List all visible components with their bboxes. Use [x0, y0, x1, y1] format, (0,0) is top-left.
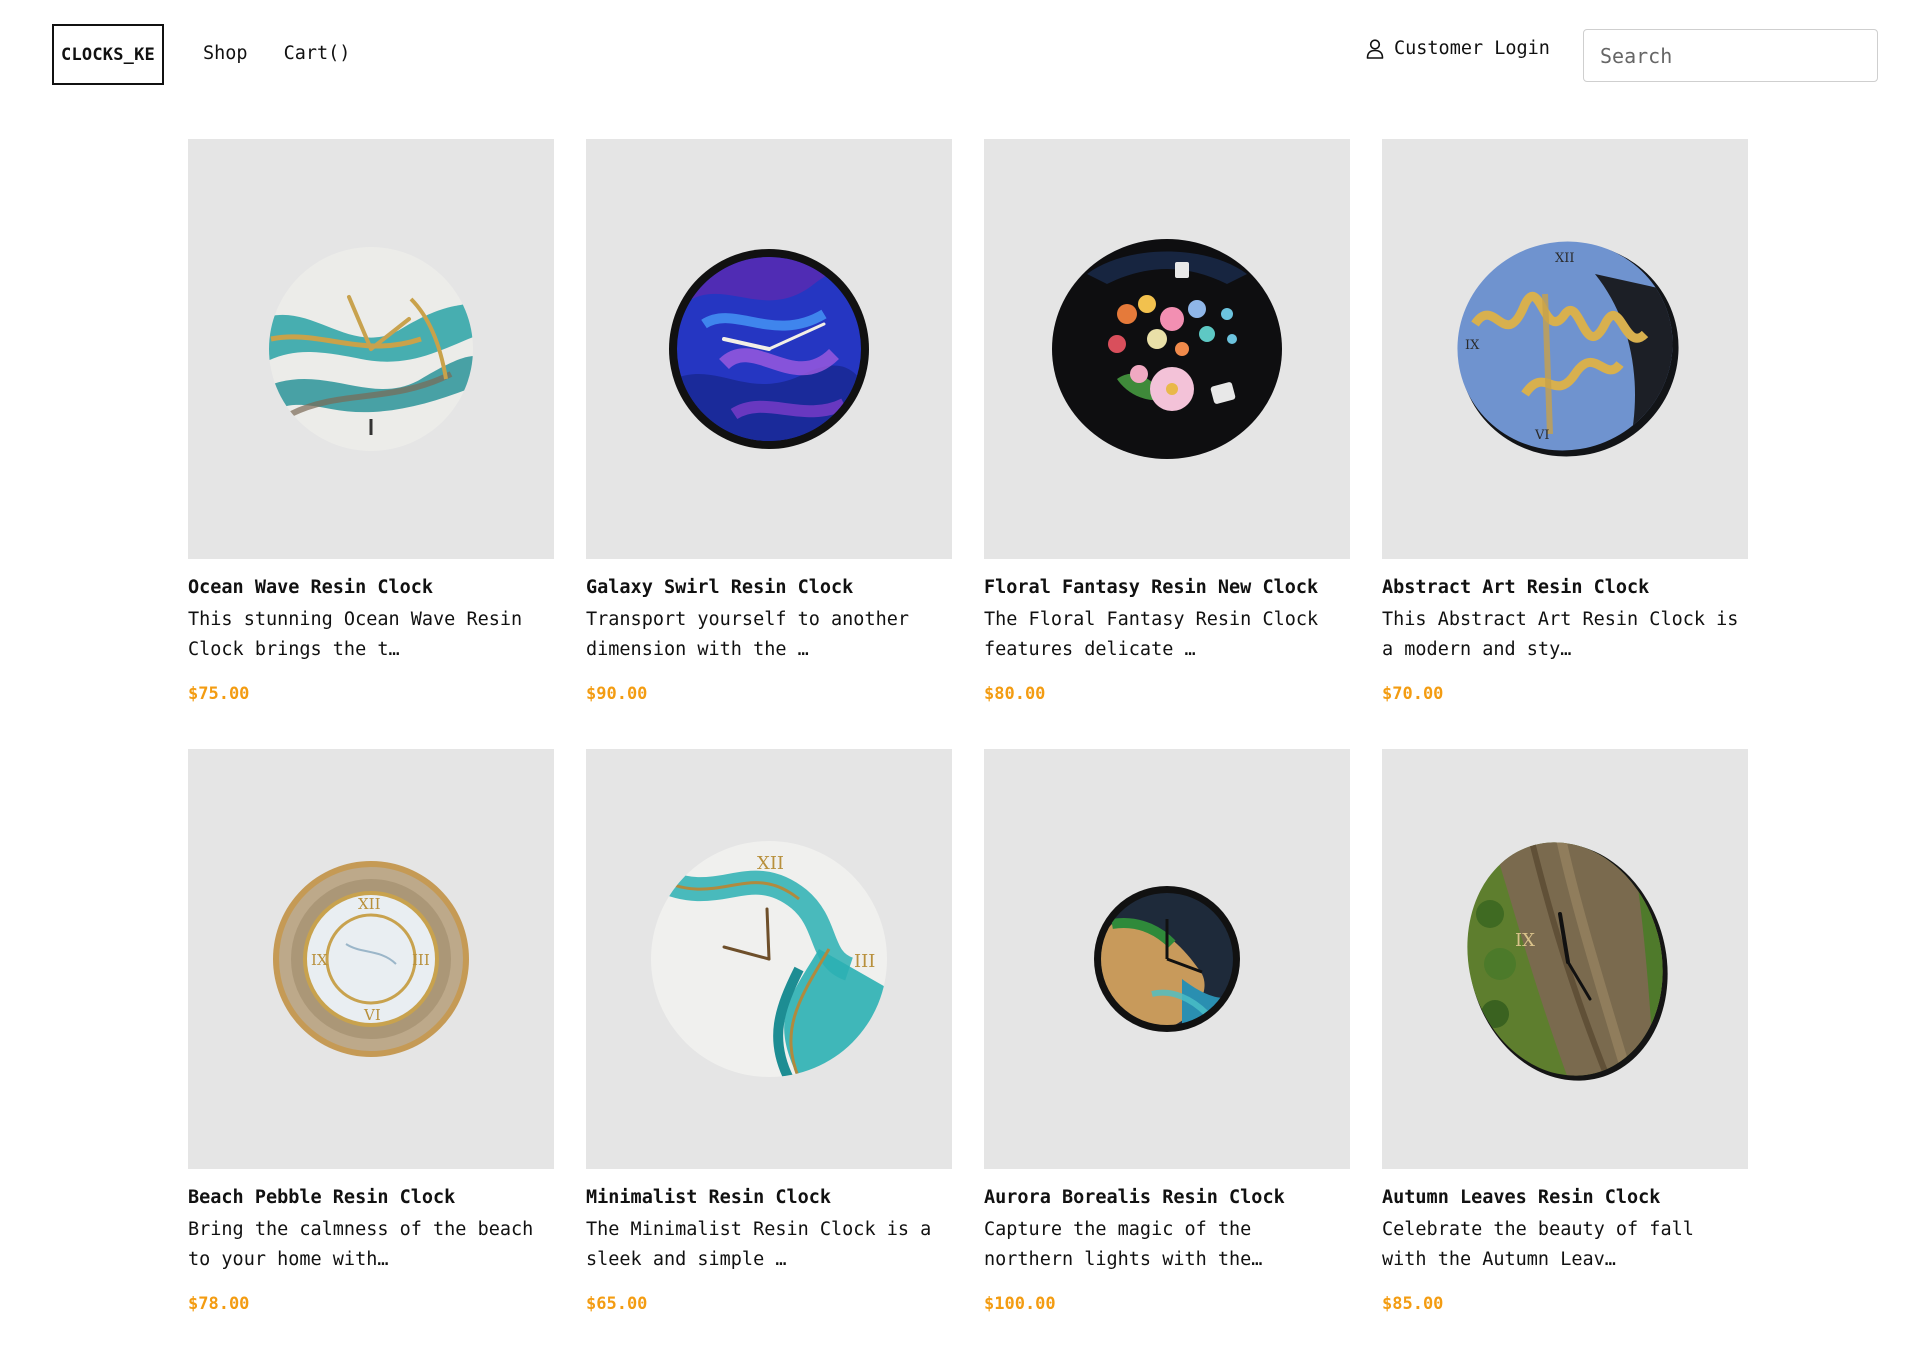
product-image-frame[interactable]: IX — [1382, 749, 1748, 1169]
product-title[interactable]: Ocean Wave Resin Clock — [188, 576, 554, 600]
product-description: Celebrate the beauty of fall with the Au… — [1382, 1219, 1694, 1270]
customer-login-label: Customer Login — [1394, 38, 1550, 59]
galaxy-swirl-clock-image — [669, 249, 869, 449]
product-title[interactable]: Minimalist Resin Clock — [586, 1186, 952, 1210]
product-price: $80.00 — [984, 684, 1046, 704]
nav-cart-link[interactable]: Cart() — [284, 43, 351, 64]
autumn-leaves-clock-image: IX — [1467, 834, 1670, 1084]
svg-text:XII: XII — [358, 895, 381, 913]
product-card[interactable]: IX Autumn Leaves Resin Clock Celebrate t… — [1382, 749, 1748, 1359]
product-description: Transport yourself to another dimension … — [586, 609, 910, 660]
svg-text:VI: VI — [1534, 428, 1550, 443]
product-price: $90.00 — [586, 684, 648, 704]
svg-text:III: III — [412, 951, 430, 969]
product-description: The Floral Fantasy Resin Clock features … — [984, 609, 1319, 660]
product-price: $75.00 — [188, 684, 250, 704]
product-card[interactable]: XII IX VI Abstract Art Resin Clock This … — [1382, 139, 1748, 749]
product-card[interactable]: Floral Fantasy Resin New Clock The Flora… — [984, 139, 1350, 749]
product-price: $65.00 — [586, 1294, 648, 1314]
product-title[interactable]: Autumn Leaves Resin Clock — [1382, 1186, 1748, 1210]
customer-login-link[interactable]: Customer Login — [1366, 38, 1550, 59]
abstract-art-clock-image: XII IX VI — [1457, 241, 1685, 464]
product-card[interactable]: Ocean Wave Resin Clock This stunning Oce… — [188, 139, 554, 749]
product-title[interactable]: Abstract Art Resin Clock — [1382, 576, 1748, 600]
product-image-frame[interactable]: XII III — [586, 749, 952, 1169]
svg-text:IX: IX — [1465, 338, 1480, 353]
product-description: Capture the magic of the northern lights… — [984, 1219, 1263, 1270]
site-logo[interactable]: CLOCKS_KE — [52, 24, 164, 85]
product-price: $78.00 — [188, 1294, 250, 1314]
search-input[interactable] — [1583, 29, 1878, 82]
product-card[interactable]: XII III Minimalist Resin Clock The Minim… — [586, 749, 952, 1359]
beach-pebble-clock-image: XII III VI IX — [273, 861, 469, 1057]
svg-text:IX: IX — [1515, 930, 1535, 951]
product-image-frame[interactable]: XII IX VI — [1382, 139, 1748, 559]
main-nav: Shop Cart() — [203, 43, 350, 64]
user-icon — [1366, 38, 1384, 59]
product-image-frame[interactable] — [586, 139, 952, 559]
svg-text:IX: IX — [311, 951, 328, 969]
product-title[interactable]: Aurora Borealis Resin Clock — [984, 1186, 1350, 1210]
product-description: The Minimalist Resin Clock is a sleek an… — [586, 1219, 932, 1270]
ocean-wave-clock-image — [269, 247, 473, 451]
product-image-frame[interactable] — [984, 139, 1350, 559]
product-title[interactable]: Beach Pebble Resin Clock — [188, 1186, 554, 1210]
product-description: This stunning Ocean Wave Resin Clock bri… — [188, 609, 523, 660]
svg-text:III: III — [854, 951, 875, 972]
product-image-frame[interactable]: XII III VI IX — [188, 749, 554, 1169]
svg-text:XII: XII — [1555, 251, 1575, 266]
product-card[interactable]: XII III VI IX Beach Pebble Resin Clock B… — [188, 749, 554, 1359]
product-price: $100.00 — [984, 1294, 1056, 1314]
product-description: Bring the calmness of the beach to your … — [188, 1219, 534, 1270]
aurora-borealis-clock-image — [1094, 886, 1240, 1032]
product-title[interactable]: Floral Fantasy Resin New Clock — [984, 576, 1350, 600]
product-card[interactable]: Galaxy Swirl Resin Clock Transport yours… — [586, 139, 952, 749]
product-title[interactable]: Galaxy Swirl Resin Clock — [586, 576, 952, 600]
product-price: $85.00 — [1382, 1294, 1444, 1314]
product-description: This Abstract Art Resin Clock is a moder… — [1382, 609, 1739, 660]
site-header: CLOCKS_KE Shop Cart() Customer Login — [0, 0, 1920, 110]
product-image-frame[interactable] — [984, 749, 1350, 1169]
floral-fantasy-clock-image — [1052, 239, 1282, 459]
product-price: $70.00 — [1382, 684, 1444, 704]
product-grid: Ocean Wave Resin Clock This stunning Oce… — [188, 139, 1748, 1359]
product-image-frame[interactable] — [188, 139, 554, 559]
minimalist-clock-image: XII III — [651, 841, 887, 1077]
svg-text:VI: VI — [363, 1006, 381, 1024]
product-card[interactable]: Aurora Borealis Resin Clock Capture the … — [984, 749, 1350, 1359]
nav-shop-link[interactable]: Shop — [203, 43, 248, 64]
svg-text:XII: XII — [757, 853, 784, 874]
